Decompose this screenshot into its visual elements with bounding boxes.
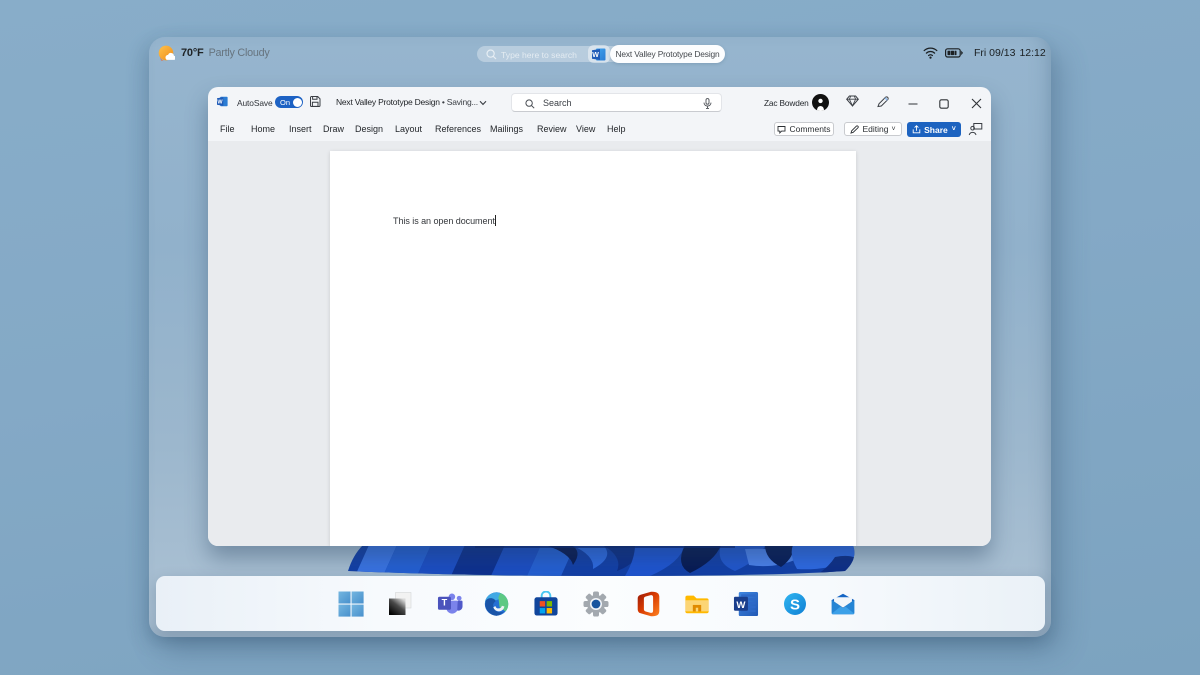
svg-text:T: T	[442, 598, 448, 608]
svg-text:W: W	[217, 99, 223, 105]
svg-text:S: S	[790, 597, 800, 614]
svg-text:W: W	[736, 600, 746, 611]
svg-text:W: W	[592, 52, 599, 59]
